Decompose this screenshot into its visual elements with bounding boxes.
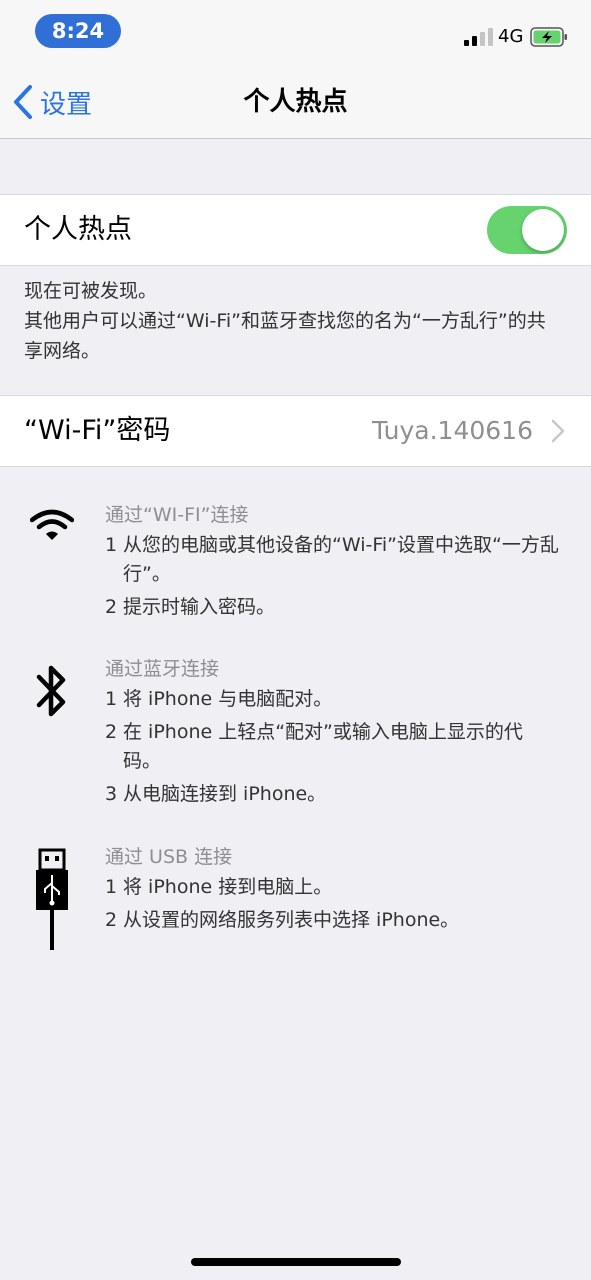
discoverable-line: 现在可被发现。 [24, 280, 158, 302]
battery-charging-icon [530, 27, 567, 47]
step-item: 1 从您的电脑或其他设备的“Wi-Fi”设置中选取“一方乱行”。 [105, 531, 591, 589]
step-text: 在 iPhone 上轻点“配对”或输入电脑上显示的代码。 [123, 721, 523, 772]
hotspot-label: 个人热点 [24, 214, 132, 245]
method-heading: 通过 USB 连接 [105, 846, 233, 868]
step-number: 3 [105, 783, 118, 805]
navigation-bar: 设置 个人热点 [0, 62, 591, 139]
step-item: 1 将 iPhone 与电脑配对。 [105, 685, 591, 714]
discoverable-description: 其他用户可以通过“Wi-Fi”和蓝牙查找您的名为“一方乱行”的共享网络。 [24, 310, 546, 362]
usb-cable-icon [36, 848, 68, 950]
step-text: 从设置的网络服务列表中选择 iPhone。 [123, 909, 460, 931]
step-number: 2 [105, 721, 118, 743]
cell-signal-icon [464, 28, 493, 46]
step-item: 2 提示时输入密码。 [105, 593, 591, 622]
chevron-right-icon [551, 419, 565, 443]
step-number: 1 [105, 534, 118, 556]
discoverable-note: 现在可被发现。 其他用户可以通过“Wi-Fi”和蓝牙查找您的名为“一方乱行”的共… [24, 276, 564, 366]
method-steps: 1 将 iPhone 与电脑配对。 2 在 iPhone 上轻点“配对”或输入电… [105, 685, 591, 809]
hotspot-cell: 个人热点 [0, 194, 591, 266]
step-item: 3 从电脑连接到 iPhone。 [105, 780, 591, 809]
step-item: 1 将 iPhone 接到电脑上。 [105, 873, 591, 902]
step-number: 2 [105, 596, 118, 618]
step-text: 提示时输入密码。 [123, 596, 276, 618]
wifi-icon [30, 509, 74, 540]
status-bar: 8:24 4G [0, 0, 591, 62]
page-title: 个人热点 [243, 87, 348, 117]
step-number: 1 [105, 876, 118, 898]
step-number: 1 [105, 688, 118, 710]
method-steps: 1 将 iPhone 接到电脑上。 2 从设置的网络服务列表中选择 iPhone… [105, 873, 591, 935]
method-heading: 通过蓝牙连接 [105, 658, 220, 680]
step-item: 2 在 iPhone 上轻点“配对”或输入电脑上显示的代码。 [105, 718, 591, 776]
hotspot-toggle[interactable] [487, 206, 567, 254]
method-steps: 1 从您的电脑或其他设备的“Wi-Fi”设置中选取“一方乱行”。 2 提示时输入… [105, 531, 591, 622]
wifi-password-value: Tuya.140616 [372, 416, 533, 445]
step-number: 2 [105, 909, 118, 931]
method-heading: 通过“WI-FI”连接 [105, 504, 249, 526]
step-text: 从电脑连接到 iPhone。 [123, 783, 327, 805]
toggle-knob [522, 209, 564, 251]
wifi-password-label: “Wi-Fi”密码 [24, 415, 171, 446]
bluetooth-icon [36, 665, 66, 717]
step-item: 2 从设置的网络服务列表中选择 iPhone。 [105, 906, 591, 935]
step-text: 将 iPhone 接到电脑上。 [123, 876, 333, 898]
step-text: 将 iPhone 与电脑配对。 [123, 688, 333, 710]
home-indicator[interactable] [191, 1258, 401, 1266]
step-text: 从您的电脑或其他设备的“Wi-Fi”设置中选取“一方乱行”。 [123, 534, 559, 585]
status-time[interactable]: 8:24 [35, 14, 121, 48]
wifi-password-cell[interactable]: “Wi-Fi”密码 Tuya.140616 [0, 395, 591, 467]
network-type: 4G [498, 26, 524, 47]
